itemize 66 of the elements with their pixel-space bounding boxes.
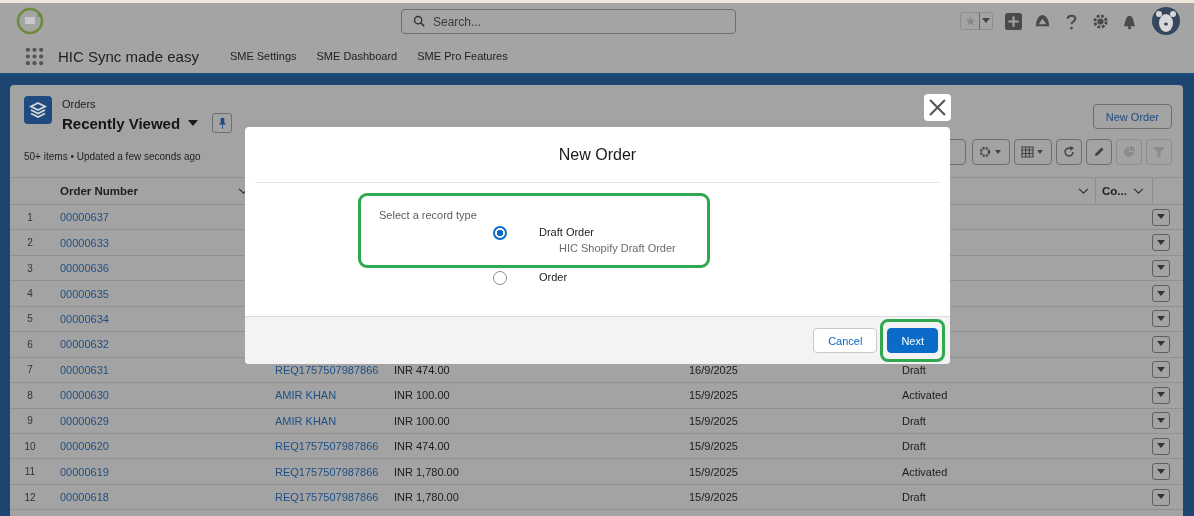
column-header[interactable]: Co... <box>1102 185 1127 197</box>
row-number: 7 <box>27 364 33 376</box>
amount-cell: INR 1,780.00 <box>394 491 459 504</box>
date-cell: 15/9/2025 <box>689 465 738 478</box>
order-number-link[interactable]: 00000632 <box>60 338 109 351</box>
order-number-link[interactable]: 00000619 <box>60 465 109 478</box>
row-number: 2 <box>27 237 33 249</box>
row-number: 10 <box>24 440 36 452</box>
status-cell: Activated <box>902 465 948 478</box>
search-field[interactable]: Search... <box>401 9 736 34</box>
amount-cell: INR 100.00 <box>394 414 450 427</box>
date-cell: 15/9/2025 <box>689 389 738 402</box>
new-order-button[interactable]: New Order <box>1092 104 1172 129</box>
account-link[interactable]: REQ1757507987866 <box>275 465 379 478</box>
account-link[interactable]: AMIR KHAN <box>275 414 337 427</box>
option-label[interactable]: Draft Order <box>539 226 676 238</box>
option-label[interactable]: Order <box>539 271 568 283</box>
nav-tab[interactable]: SME Settings <box>229 50 297 62</box>
account-link[interactable]: REQ1757507987866 <box>275 491 379 504</box>
date-cell: 15/9/2025 <box>689 491 738 504</box>
date-cell: 15/9/2025 <box>689 414 738 427</box>
date-cell: 16/9/2025 <box>689 363 738 376</box>
amount-cell: INR 474.00 <box>394 440 450 453</box>
amount-cell: INR 100.00 <box>394 389 450 402</box>
row-number: 4 <box>27 288 33 300</box>
column-header[interactable]: Order Number <box>60 185 138 197</box>
order-number-link[interactable]: 00000636 <box>60 262 109 275</box>
order-number-link[interactable]: 00000637 <box>60 211 109 224</box>
status-cell: Draft <box>902 414 926 427</box>
order-number-link[interactable]: 00000618 <box>60 491 109 504</box>
status-cell: Draft <box>902 363 926 376</box>
nav-tab[interactable]: SME Dashboard <box>316 50 398 62</box>
list-view-name[interactable]: Recently Viewed <box>62 114 181 132</box>
cancel-button[interactable]: Cancel <box>813 328 878 353</box>
record-type-label: Select a record type <box>379 209 477 221</box>
object-name: Orders <box>62 98 97 110</box>
list-status-text: 50+ items • Updated a few seconds ago <box>24 151 202 162</box>
account-link[interactable]: REQ1757507987866 <box>275 440 379 453</box>
modal-title: New Order <box>558 145 637 164</box>
option-description: HIC Shopify Draft Order <box>559 242 676 254</box>
order-number-link[interactable]: 00000633 <box>60 236 109 249</box>
row-number: 5 <box>27 313 33 325</box>
amount-cell: INR 1,780.00 <box>394 465 459 478</box>
row-number: 8 <box>27 389 33 401</box>
nav-tab[interactable]: SME Pro Features <box>417 50 508 62</box>
order-number-link[interactable]: 00000629 <box>60 414 109 427</box>
row-number: 1 <box>27 211 33 223</box>
order-number-link[interactable]: 00000630 <box>60 389 109 402</box>
date-cell: 15/9/2025 <box>689 440 738 453</box>
row-number: 12 <box>24 491 36 503</box>
amount-cell: INR 474.00 <box>394 363 450 376</box>
order-number-link[interactable]: 00000620 <box>60 440 109 453</box>
status-cell: Activated <box>902 389 948 402</box>
account-link[interactable]: REQ1757507987866 <box>275 363 379 376</box>
status-cell: Draft <box>902 491 926 504</box>
next-button[interactable]: Next <box>887 328 938 353</box>
order-number-link[interactable]: 00000635 <box>60 287 109 300</box>
order-number-link[interactable]: 00000634 <box>60 312 109 325</box>
status-cell: Draft <box>902 440 926 453</box>
account-link[interactable]: AMIR KHAN <box>275 389 337 402</box>
row-number: 9 <box>27 415 33 427</box>
app-name: HIC Sync made easy <box>58 47 199 65</box>
row-number: 6 <box>27 338 33 350</box>
order-number-link[interactable]: 00000631 <box>60 363 109 376</box>
row-number: 3 <box>27 262 33 274</box>
row-number: 11 <box>24 466 36 478</box>
